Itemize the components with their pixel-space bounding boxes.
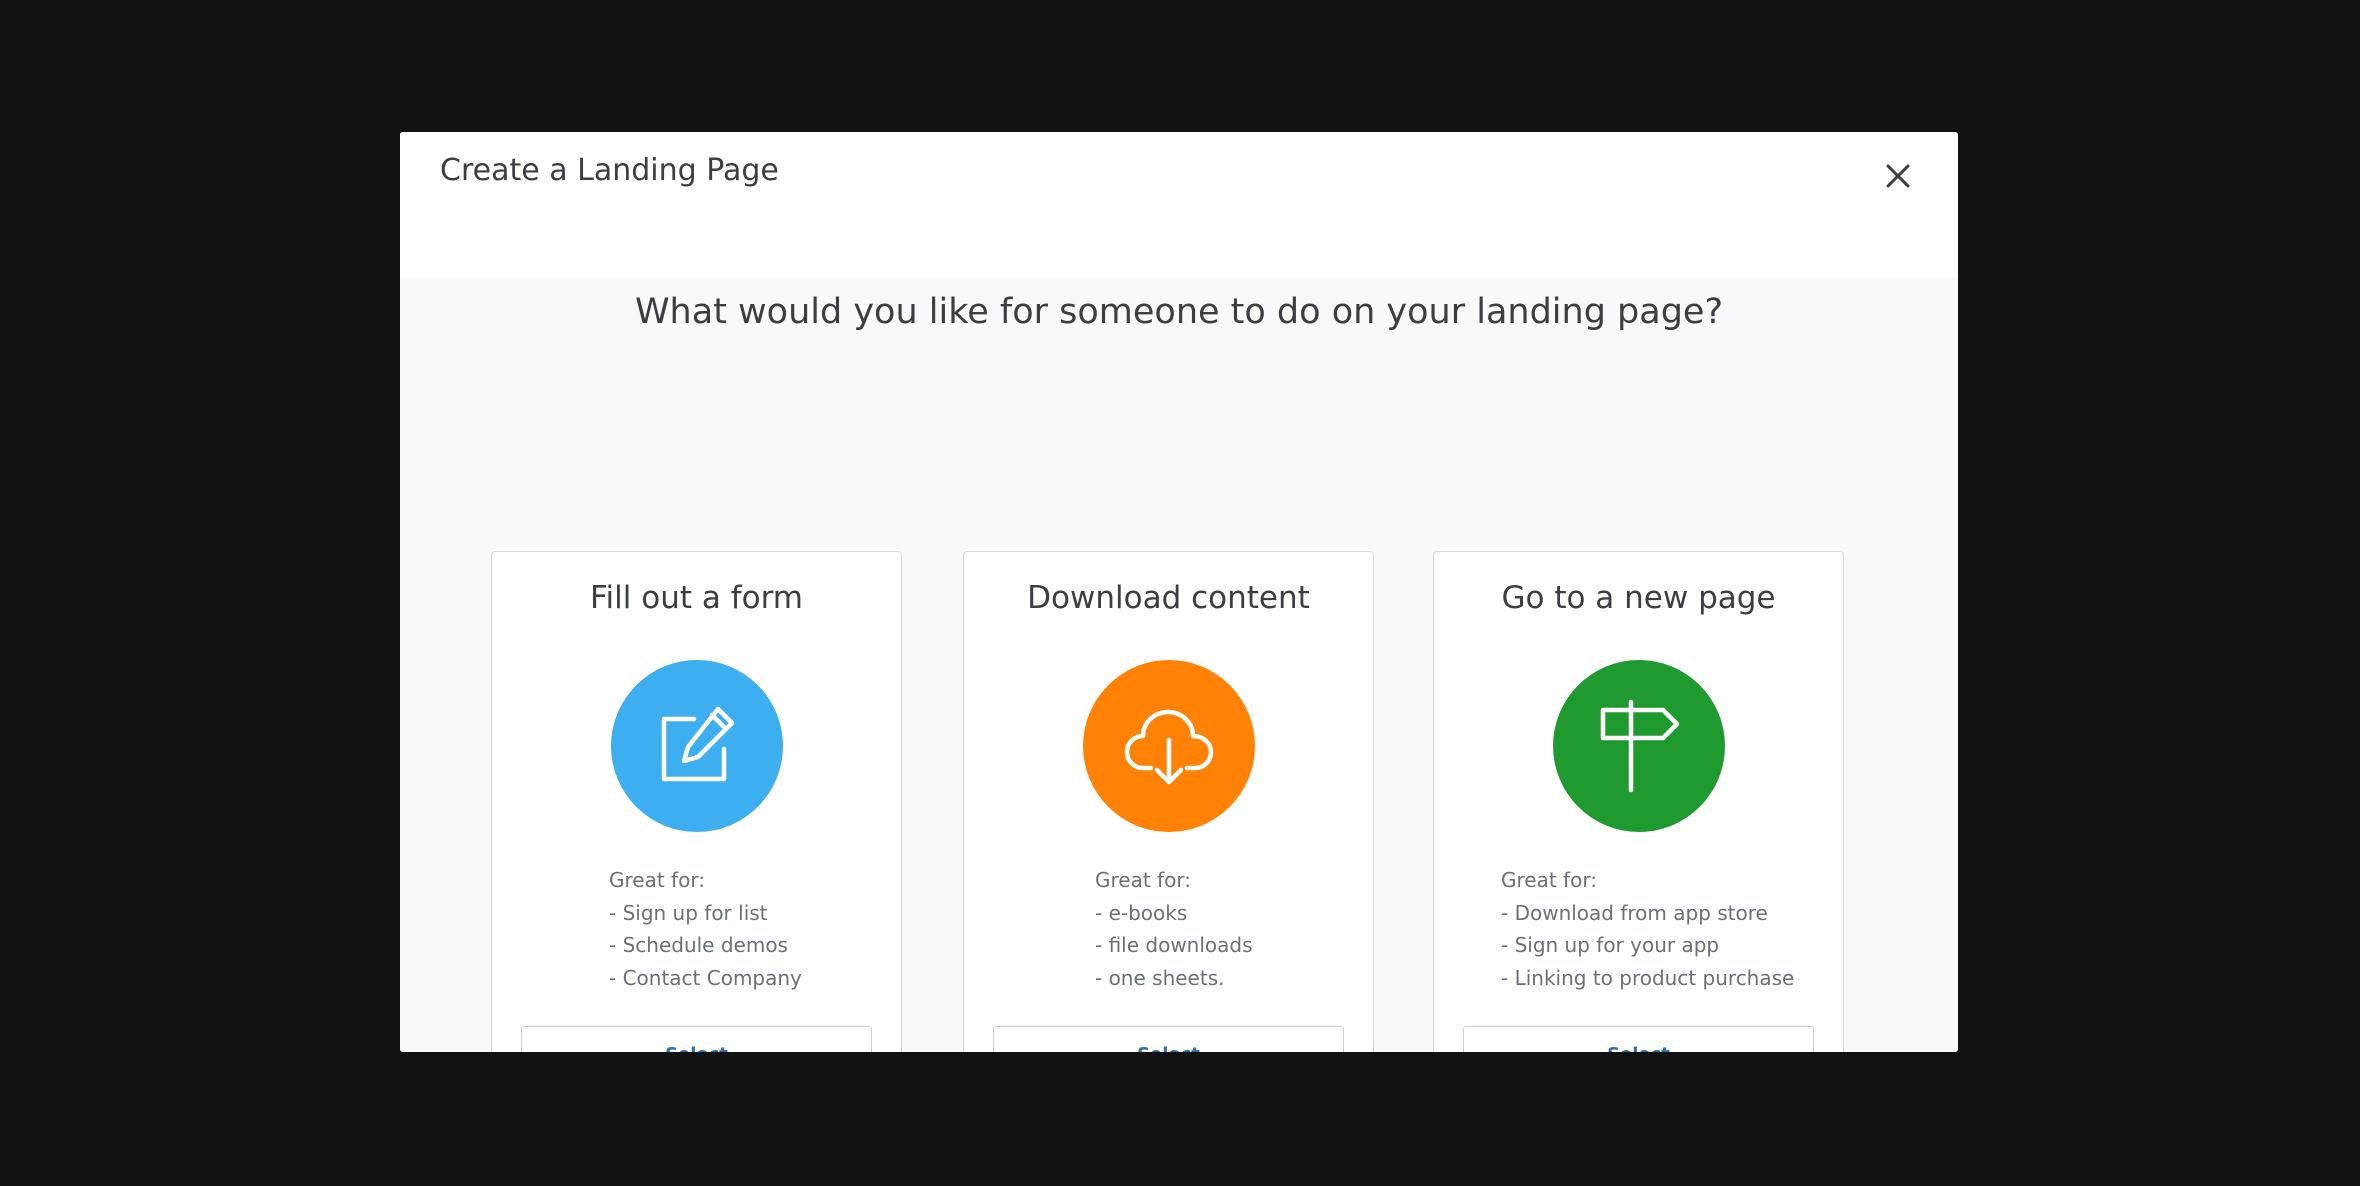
close-button[interactable] bbox=[1878, 156, 1918, 196]
list-item: - one sheets. bbox=[1095, 965, 1225, 990]
card-title: Download content bbox=[1027, 580, 1310, 616]
option-card-fill-form: Fill out a form Great for: - Sign up for… bbox=[491, 551, 902, 1052]
close-icon bbox=[1886, 164, 1910, 188]
card-icon-circle bbox=[611, 660, 783, 832]
card-title: Fill out a form bbox=[589, 580, 804, 616]
list-item: - Sign up for list bbox=[609, 900, 768, 925]
select-new-page-button[interactable]: Select bbox=[1463, 1026, 1814, 1052]
card-description: Great for: - Sign up for list - Schedule… bbox=[609, 864, 802, 994]
great-for-label: Great for: bbox=[1095, 868, 1191, 892]
great-for-label: Great for: bbox=[1501, 868, 1597, 892]
list-item: - Contact Company bbox=[609, 965, 802, 990]
cloud-download-icon bbox=[1124, 709, 1214, 785]
page-question: What would you like for someone to do on… bbox=[634, 292, 1724, 332]
list-item: - Schedule demos bbox=[609, 933, 788, 957]
great-for-label: Great for: bbox=[609, 868, 705, 892]
list-item: - Linking to product purchase bbox=[1501, 965, 1795, 990]
create-landing-page-dialog: Create a Landing Page What would you lik… bbox=[400, 132, 1958, 1052]
list-item: - Sign up for your app bbox=[1501, 933, 1720, 957]
modal-title: Create a Landing Page bbox=[440, 153, 779, 188]
select-download-content-button[interactable]: Select bbox=[993, 1026, 1344, 1052]
card-title: Go to a new page bbox=[1501, 580, 1776, 616]
list-item: - Download from app store bbox=[1501, 900, 1768, 925]
edit-form-icon bbox=[661, 706, 735, 782]
card-description: Great for: - Download from app store - S… bbox=[1501, 864, 1794, 994]
select-fill-form-button[interactable]: Select bbox=[521, 1026, 872, 1052]
signpost-icon bbox=[1600, 699, 1680, 793]
card-description: Great for: - e-books - file downloads - … bbox=[1095, 864, 1253, 994]
list-item: - file downloads bbox=[1095, 933, 1253, 957]
modal-header: Create a Landing Page bbox=[400, 132, 1958, 278]
card-icon-circle bbox=[1553, 660, 1725, 832]
option-card-download-content: Download content Great for: - e-books - … bbox=[963, 551, 1374, 1052]
card-icon-circle bbox=[1083, 660, 1255, 832]
option-card-new-page: Go to a new page Great for: - Download f… bbox=[1433, 551, 1844, 1052]
list-item: - e-books bbox=[1095, 900, 1188, 925]
